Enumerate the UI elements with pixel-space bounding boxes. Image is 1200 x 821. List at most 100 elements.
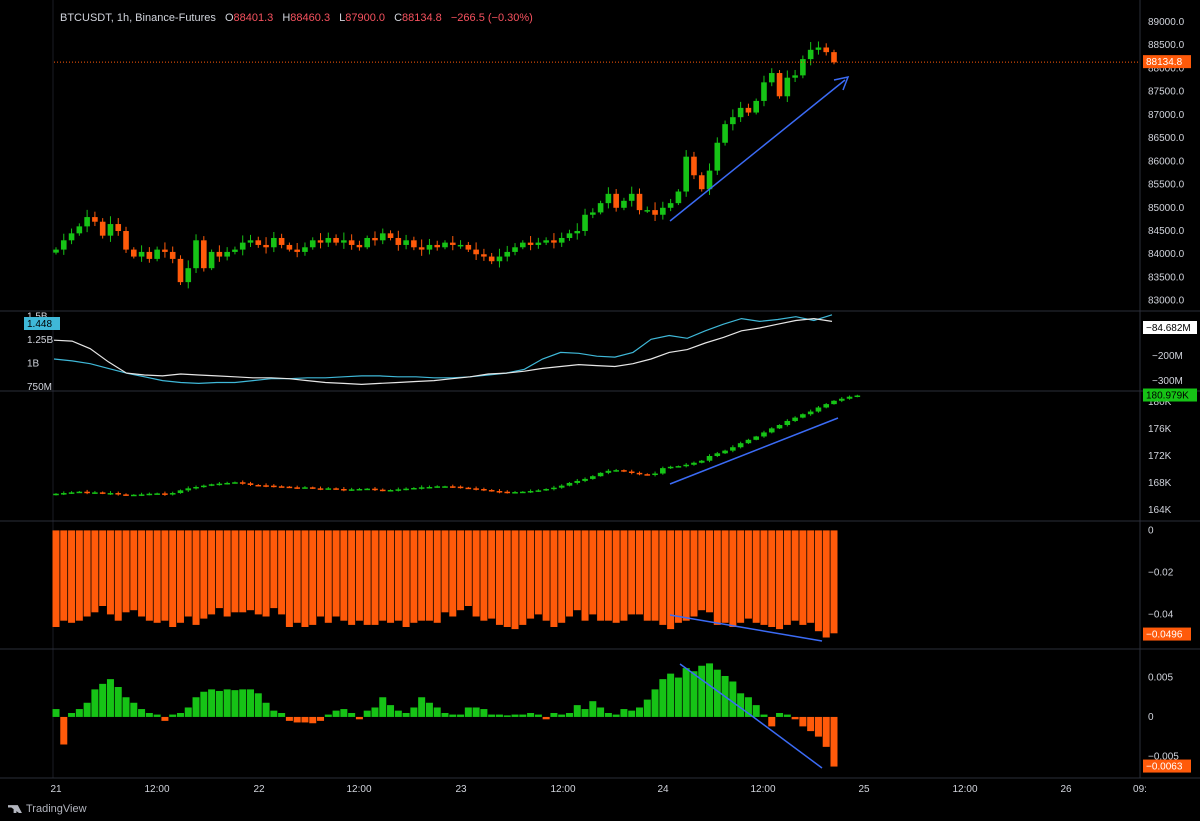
oi-left-tick-label: 1.25B [27, 335, 53, 346]
pane3-bar [402, 530, 410, 627]
symbol-label[interactable]: BTCUSDT, 1h, Binance-Futures [60, 12, 216, 24]
pane3-bar [612, 530, 620, 623]
pane3-bar [278, 530, 286, 615]
pane2-candle [488, 490, 495, 492]
pane4-bar [75, 709, 83, 717]
pane2-candle [605, 470, 612, 473]
oi-right-tick-label: −200M [1152, 351, 1183, 362]
price-candle [185, 268, 192, 283]
pane2-candle [418, 487, 425, 489]
price-candle [698, 175, 705, 190]
pane2-candle [628, 471, 635, 473]
pane4-bar [363, 710, 371, 717]
pane2-candle [379, 489, 386, 492]
price-candle [823, 47, 830, 53]
pane2-candle [348, 489, 355, 491]
pane4-bar [503, 715, 511, 717]
pane4-bar [799, 716, 807, 727]
x-tick-label: 26 [1060, 784, 1072, 795]
pane3-bar [247, 530, 254, 611]
pane4-bar [534, 714, 542, 717]
price-tick-label: 88500.0 [1148, 40, 1185, 51]
pane2-candle [403, 488, 409, 491]
pane3-last-badge: −0.0496 [1146, 630, 1183, 641]
pane2-candle [675, 466, 682, 468]
pane2-candle [504, 491, 511, 494]
pane2-candle [162, 493, 168, 495]
price-candle [761, 82, 767, 101]
price-candle [348, 240, 355, 245]
oi-right-badge: −84.682M [1146, 323, 1191, 334]
pane3-bar [659, 530, 667, 625]
pane4-bar [760, 714, 768, 717]
pane3-bar [760, 530, 768, 625]
pane3-bar [698, 530, 706, 611]
pane4-bar [667, 673, 675, 717]
pane3-bar [542, 530, 550, 621]
pane3-bar [534, 530, 542, 615]
pane4-bar [340, 709, 348, 717]
pane4-tick-label: 0.005 [1148, 673, 1173, 684]
price-candle [76, 226, 83, 234]
pane3-bar [184, 530, 192, 617]
pane3-bar [130, 530, 138, 611]
pane3-bar [332, 530, 340, 617]
pane3-bar [573, 530, 581, 611]
pane3-bar [550, 530, 558, 627]
price-tick-label: 86000.0 [1148, 156, 1185, 167]
pane3-bar [371, 530, 379, 625]
pane2-candle [535, 490, 542, 492]
pane4-bar [402, 713, 410, 717]
pane4-bar [68, 713, 76, 717]
pane2-candle [512, 492, 518, 494]
pane4-bar [254, 693, 262, 717]
pane4-bar [324, 714, 332, 717]
price-candle [457, 244, 464, 247]
pane4-bar [262, 702, 270, 717]
chart-canvas: 21 12:00 22 12:00 23 12:00 24 12:00 25 12:00 26 09:… [0, 0, 1200, 795]
pane2-candle [714, 453, 721, 456]
pane3-bar [425, 530, 433, 621]
pane2-candle [325, 488, 332, 490]
change-value: −266.5 (−0.30%) [450, 12, 533, 24]
pane4-bar [371, 707, 379, 717]
pane4-bar [783, 714, 791, 717]
pane4-bar [208, 689, 216, 717]
pane4-bar [184, 707, 192, 717]
pane4-bar [791, 716, 799, 720]
price-candle [162, 249, 168, 252]
price-candle [737, 107, 744, 118]
pane3-bar [830, 530, 838, 634]
x-tick-label: 12:00 [144, 784, 169, 795]
pane2-candle [232, 482, 238, 484]
price-tick-label: 87000.0 [1148, 110, 1185, 121]
pane4-bar [550, 713, 558, 717]
pane3-bar [472, 530, 480, 617]
pane4-bar [674, 677, 682, 717]
pane2-candle [636, 472, 643, 475]
pane3-bar [317, 530, 325, 617]
chart-header: BTCUSDT, 1h, Binance-Futures O88401.3 H8… [60, 12, 533, 24]
price-candle [247, 240, 254, 243]
pane4-bar [309, 716, 317, 724]
price-tick-label: 84000.0 [1148, 249, 1185, 260]
pane2-candle [768, 428, 775, 433]
pane4-bar [60, 716, 68, 745]
pane2-tick-label: 168K [1148, 478, 1172, 489]
pane2-candle [683, 464, 689, 467]
pane2-candle [465, 487, 472, 490]
pane2-candle [442, 486, 448, 488]
pane2-candle [574, 480, 581, 483]
pane2-candle [84, 491, 90, 494]
price-candle [403, 240, 409, 245]
tradingview-brand[interactable]: TradingView [8, 803, 87, 815]
pane4-bar [643, 699, 651, 717]
pane4-bar [659, 679, 667, 717]
pane3-bar [192, 530, 200, 625]
pane4-bar [527, 713, 535, 717]
price-candle [216, 251, 223, 257]
price-candle [107, 224, 114, 236]
pane2-candle [660, 468, 666, 474]
pane2-candle [387, 490, 394, 492]
pane3-bar [628, 530, 636, 615]
